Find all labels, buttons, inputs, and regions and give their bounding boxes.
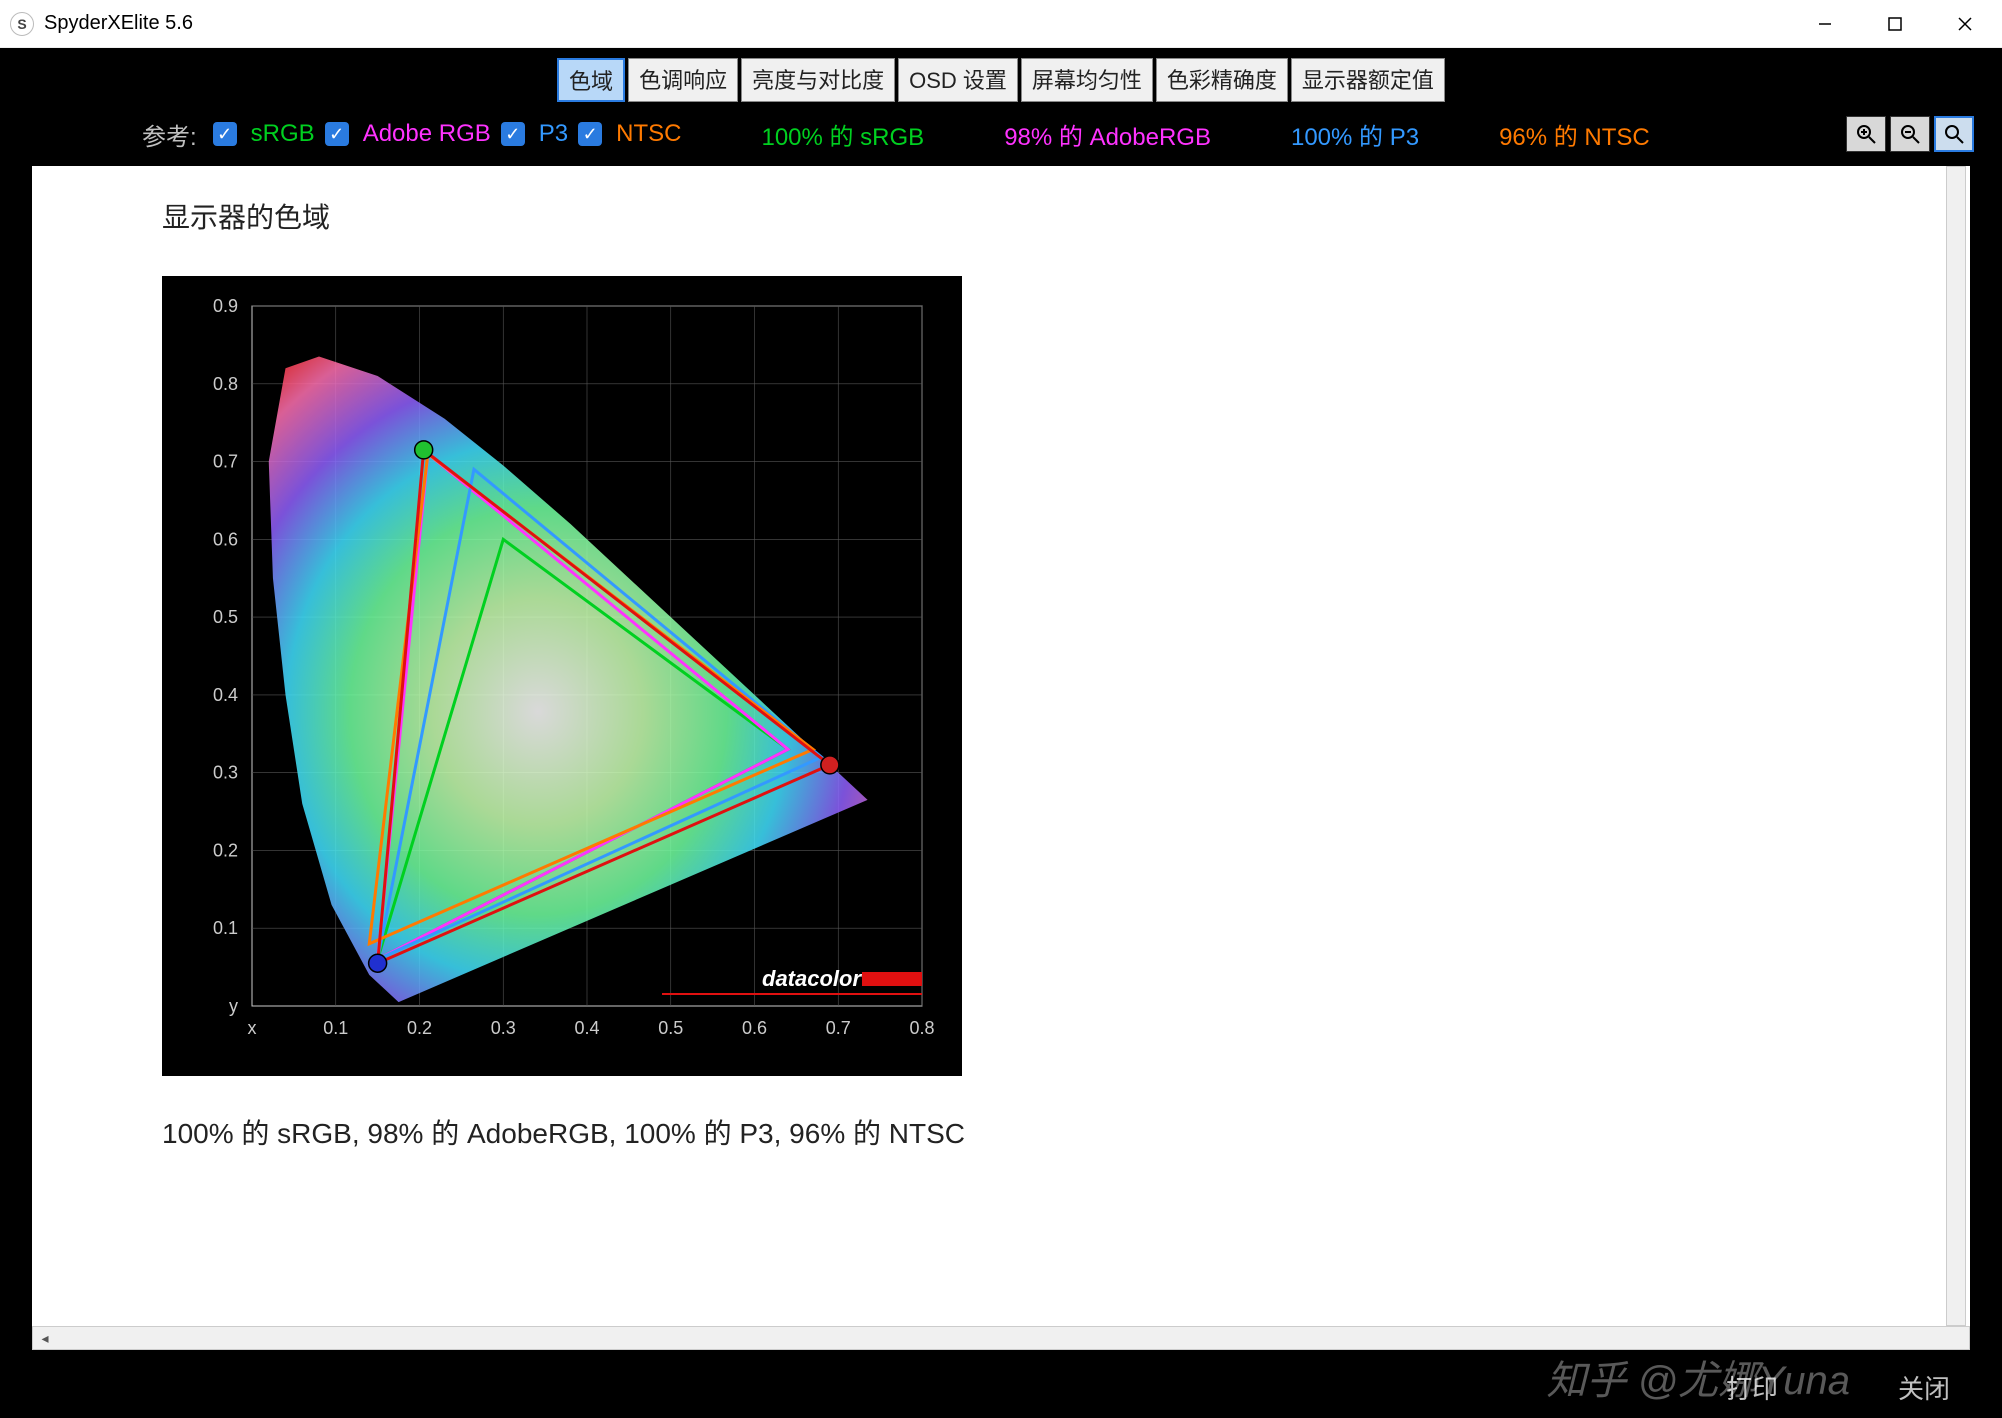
- maximize-icon: [1888, 17, 1902, 31]
- maximize-button[interactable]: [1860, 0, 1930, 48]
- tab-color-accuracy[interactable]: 色彩精确度: [1156, 58, 1288, 102]
- svg-text:0.7: 0.7: [826, 1018, 851, 1038]
- svg-text:0.5: 0.5: [658, 1018, 683, 1038]
- page-heading: 显示器的色域: [162, 196, 1840, 236]
- checkbox-p3[interactable]: ✓: [501, 122, 525, 146]
- tab-tone-response[interactable]: 色调响应: [628, 58, 738, 102]
- cie-chart-svg: 0.1 0.2 0.3 0.4 0.5 0.6 0.7 0.8 0.1 0.2 0.3 0.4 0.5 0…: [162, 276, 962, 1076]
- ref-ntsc-label: NTSC: [616, 120, 681, 148]
- titlebar: S SpyderXElite 5.6: [0, 0, 2002, 48]
- svg-text:0.1: 0.1: [323, 1018, 348, 1038]
- summary-text: 100% 的 sRGB, 98% 的 AdobeRGB, 100% 的 P3, …: [162, 1112, 1840, 1152]
- zoom-fit-icon: [1943, 123, 1965, 145]
- content-area: 显示器的色域 0.1 0.2 0.3 0.4 0.5 0.6 0.7 0.8 0.1 0.2 0.3…: [32, 166, 1970, 1326]
- app-icon: S: [10, 12, 34, 36]
- svg-text:0.1: 0.1: [213, 918, 238, 938]
- measure-adobergb: 98% 的 AdobeRGB: [1004, 117, 1211, 152]
- close-icon: [1957, 16, 1973, 32]
- svg-text:0.8: 0.8: [909, 1018, 934, 1038]
- svg-text:0.6: 0.6: [213, 529, 238, 549]
- svg-text:0.3: 0.3: [491, 1018, 516, 1038]
- zoom-out-button[interactable]: [1890, 116, 1930, 152]
- scroll-left-arrow[interactable]: ◂: [33, 1327, 57, 1349]
- zoom-fit-button[interactable]: [1934, 116, 1974, 152]
- checkbox-srgb[interactable]: ✓: [213, 122, 237, 146]
- gamut-chart: 0.1 0.2 0.3 0.4 0.5 0.6 0.7 0.8 0.1 0.2 0.3 0.4 0.5 0…: [162, 276, 962, 1076]
- minimize-button[interactable]: [1790, 0, 1860, 48]
- svg-text:0.6: 0.6: [742, 1018, 767, 1038]
- ref-srgb-label: sRGB: [251, 120, 315, 148]
- tab-bar: 色域 色调响应 亮度与对比度 OSD 设置 屏幕均匀性 色彩精确度 显示器额定值: [2, 50, 2000, 102]
- measure-p3: 100% 的 P3: [1291, 117, 1419, 152]
- minimize-icon: [1818, 17, 1832, 31]
- horizontal-scrollbar[interactable]: ◂: [32, 1326, 1970, 1350]
- measure-ntsc: 96% 的 NTSC: [1499, 117, 1650, 152]
- tab-brightness-contrast[interactable]: 亮度与对比度: [741, 58, 895, 102]
- close-button[interactable]: [1930, 0, 2000, 48]
- tab-osd-settings[interactable]: OSD 设置: [898, 58, 1018, 102]
- measure-srgb: 100% 的 sRGB: [761, 117, 924, 152]
- svg-text:datacolor: datacolor: [762, 966, 862, 991]
- svg-text:0.7: 0.7: [213, 452, 238, 472]
- checkbox-ntsc[interactable]: ✓: [578, 122, 602, 146]
- svg-text:0.2: 0.2: [213, 840, 238, 860]
- reference-bar: 参考: ✓ sRGB ✓ Adobe RGB ✓ P3 ✓ NTSC 100% …: [2, 102, 2000, 166]
- svg-text:y: y: [229, 996, 238, 1016]
- zoom-in-icon: [1855, 123, 1877, 145]
- tab-screen-uniformity[interactable]: 屏幕均匀性: [1021, 58, 1153, 102]
- watermark: 知乎 @尤娜Yuna: [1546, 1348, 1850, 1406]
- svg-text:0.4: 0.4: [574, 1018, 599, 1038]
- ref-p3-label: P3: [539, 120, 568, 148]
- zoom-out-icon: [1899, 123, 1921, 145]
- app-frame: 色域 色调响应 亮度与对比度 OSD 设置 屏幕均匀性 色彩精确度 显示器额定值…: [0, 48, 2002, 1418]
- svg-text:0.9: 0.9: [213, 296, 238, 316]
- close-action[interactable]: 关闭: [1898, 1369, 1950, 1406]
- reference-label: 参考:: [142, 117, 197, 152]
- ref-adobergb-label: Adobe RGB: [363, 120, 491, 148]
- svg-text:0.4: 0.4: [213, 685, 238, 705]
- svg-text:0.2: 0.2: [407, 1018, 432, 1038]
- checkbox-adobergb[interactable]: ✓: [325, 122, 349, 146]
- svg-text:0.8: 0.8: [213, 374, 238, 394]
- svg-text:0.3: 0.3: [213, 763, 238, 783]
- window-title: SpyderXElite 5.6: [44, 12, 193, 35]
- svg-text:0.5: 0.5: [213, 607, 238, 627]
- svg-text:x: x: [248, 1018, 257, 1038]
- tab-gamut[interactable]: 色域: [557, 58, 625, 102]
- zoom-in-button[interactable]: [1846, 116, 1886, 152]
- tab-monitor-rating[interactable]: 显示器额定值: [1291, 58, 1445, 102]
- vertical-scrollbar[interactable]: [1946, 166, 1966, 1326]
